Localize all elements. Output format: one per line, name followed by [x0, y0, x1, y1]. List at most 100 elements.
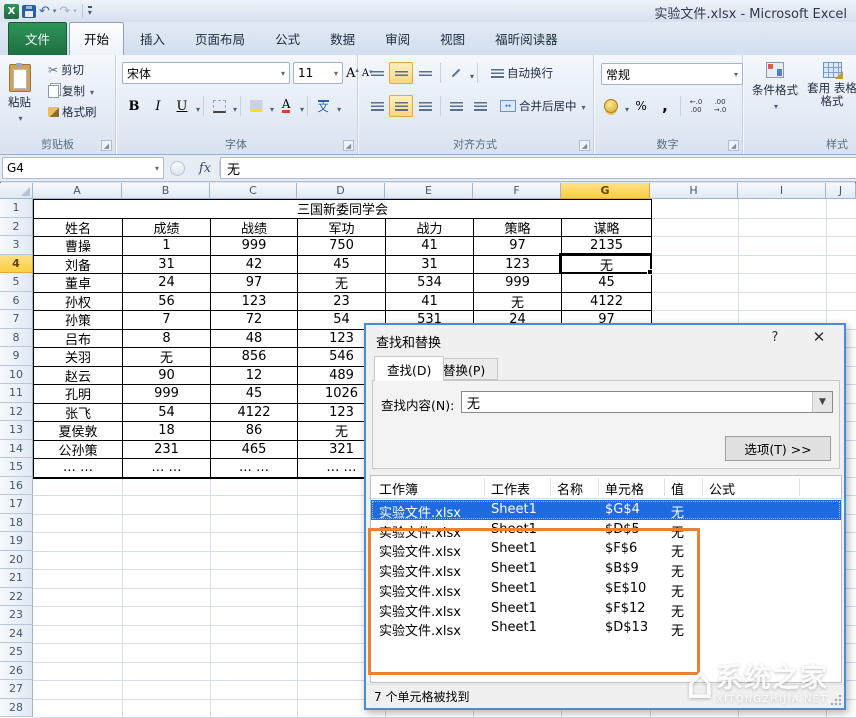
cell[interactable]: 孔明: [34, 385, 123, 404]
row-header-24[interactable]: 24: [0, 625, 33, 644]
cell[interactable]: 48: [211, 330, 298, 349]
customize-qat-icon[interactable]: ▾: [88, 6, 92, 17]
cell[interactable]: 41: [386, 293, 474, 312]
align-top-button[interactable]: [365, 62, 389, 84]
orientation-dropdown-icon[interactable]: [468, 64, 474, 83]
ribbon-tab-2[interactable]: 插入: [126, 23, 179, 55]
row-header-14[interactable]: 14: [0, 440, 33, 459]
cell[interactable]: 999: [211, 237, 298, 256]
tab-find[interactable]: 查找(D): [374, 356, 444, 381]
column-header-J[interactable]: J: [826, 183, 856, 199]
results-header[interactable]: 工作簿工作表名称单元格值公式: [371, 476, 841, 499]
increase-decimal-button[interactable]: ←.0 .00: [684, 95, 708, 117]
cell[interactable]: 231: [123, 441, 211, 460]
alignment-dialog-launcher-icon[interactable]: ◢: [579, 140, 590, 151]
row-header-21[interactable]: 21: [0, 569, 33, 588]
cell[interactable]: 54: [123, 404, 211, 423]
column-header-F[interactable]: F: [473, 183, 561, 199]
percent-button[interactable]: %: [629, 95, 653, 117]
select-all-corner[interactable]: [0, 183, 33, 199]
ribbon-tab-3[interactable]: 页面布局: [181, 23, 259, 55]
name-box-dropdown-icon[interactable]: ▾: [155, 164, 159, 173]
accounting-format-button[interactable]: [599, 95, 623, 117]
cell[interactable]: 关羽: [34, 348, 123, 367]
font-size-combo[interactable]: 11▾: [293, 62, 343, 84]
results-list[interactable]: 工作簿工作表名称单元格值公式 实验文件.xlsxSheet1$G$4无实验文件.…: [370, 475, 842, 683]
row-header-2[interactable]: 2: [0, 218, 33, 237]
underline-button[interactable]: U: [170, 95, 194, 117]
paste-dropdown-icon[interactable]: [16, 110, 22, 124]
merge-center-button[interactable]: ↔合并后居中: [498, 97, 588, 115]
cell[interactable]: 4122: [211, 404, 298, 423]
row-header-23[interactable]: 23: [0, 606, 33, 625]
find-what-input[interactable]: 无 ▼: [461, 391, 833, 413]
row-header-20[interactable]: 20: [0, 551, 33, 570]
number-format-dropdown-icon[interactable]: ▾: [734, 70, 738, 79]
cell[interactable]: 夏侯敦: [34, 422, 123, 441]
undo-icon[interactable]: ↶: [39, 5, 50, 18]
cell[interactable]: 72: [211, 311, 298, 330]
ribbon-tab-1[interactable]: 开始: [69, 22, 124, 55]
cell[interactable]: 86: [211, 422, 298, 441]
cell[interactable]: 23: [298, 293, 386, 312]
cell[interactable]: 41: [386, 237, 474, 256]
column-header-G[interactable]: G: [561, 183, 650, 199]
format-as-table-button[interactable]: 套用 表格格式: [802, 60, 856, 110]
cell[interactable]: 董卓: [34, 274, 123, 293]
result-row[interactable]: 实验文件.xlsxSheet1$B$9无: [371, 559, 841, 579]
row-header-3[interactable]: 3: [0, 236, 33, 255]
help-button[interactable]: ?: [764, 330, 786, 348]
cell[interactable]: 42: [211, 256, 298, 275]
font-color-dropdown-icon[interactable]: [298, 97, 304, 116]
column-header-A[interactable]: A: [33, 183, 122, 199]
row-header-1[interactable]: 1: [0, 199, 33, 218]
cell[interactable]: 31: [123, 256, 211, 275]
row-header-25[interactable]: 25: [0, 643, 33, 662]
cell[interactable]: 无: [298, 274, 386, 293]
row-header-7[interactable]: 7: [0, 310, 33, 329]
column-header-C[interactable]: C: [210, 183, 297, 199]
results-col-header[interactable]: 值: [671, 479, 684, 498]
merged-title-cell[interactable]: 三国新委同学会: [34, 200, 651, 219]
options-button[interactable]: 选项(T) >>: [725, 436, 831, 461]
resize-grip-icon[interactable]: [830, 694, 842, 706]
column-header-B[interactable]: B: [122, 183, 210, 199]
format-painter-button[interactable]: 格式刷: [46, 103, 99, 121]
cell[interactable]: 8: [123, 330, 211, 349]
align-bottom-button[interactable]: [413, 62, 437, 84]
row-header-22[interactable]: 22: [0, 588, 33, 607]
cell[interactable]: 999: [474, 274, 562, 293]
ribbon-tab-4[interactable]: 公式: [261, 23, 314, 55]
comma-button[interactable]: ,: [653, 95, 677, 117]
row-header-12[interactable]: 12: [0, 403, 33, 422]
cell[interactable]: 吕布: [34, 330, 123, 349]
cell[interactable]: 45: [562, 274, 651, 293]
dialog-close-button[interactable]: ✕: [804, 328, 834, 348]
row-header-26[interactable]: 26: [0, 662, 33, 681]
find-what-dropdown-icon[interactable]: ▼: [812, 392, 832, 412]
cell[interactable]: 张飞: [34, 404, 123, 423]
cell[interactable]: 90: [123, 367, 211, 386]
selected-cell-G4[interactable]: [559, 253, 652, 275]
result-row[interactable]: 实验文件.xlsxSheet1$F$6无: [371, 539, 841, 559]
results-col-header[interactable]: 工作簿: [379, 479, 418, 498]
result-row[interactable]: 实验文件.xlsxSheet1$F$12无: [371, 599, 841, 619]
phonetic-dropdown-icon[interactable]: [335, 97, 341, 116]
cell[interactable]: 战力: [386, 219, 474, 238]
italic-button[interactable]: I: [146, 95, 170, 117]
copy-button[interactable]: 复制: [46, 82, 99, 100]
row-header-15[interactable]: 15: [0, 458, 33, 477]
conditional-formatting-button[interactable]: 条件格式: [747, 60, 803, 114]
cell[interactable]: 45: [211, 385, 298, 404]
font-dialog-launcher-icon[interactable]: ◢: [343, 140, 354, 151]
cell[interactable]: 7: [123, 311, 211, 330]
cell[interactable]: 18: [123, 422, 211, 441]
cell[interactable]: 750: [298, 237, 386, 256]
cell[interactable]: 孙策: [34, 311, 123, 330]
cell[interactable]: 24: [123, 274, 211, 293]
cell[interactable]: 孙权: [34, 293, 123, 312]
cell[interactable]: 31: [386, 256, 474, 275]
row-header-13[interactable]: 13: [0, 421, 33, 440]
results-col-header[interactable]: 单元格: [605, 479, 644, 498]
font-size-dropdown-icon[interactable]: ▾: [334, 69, 338, 78]
